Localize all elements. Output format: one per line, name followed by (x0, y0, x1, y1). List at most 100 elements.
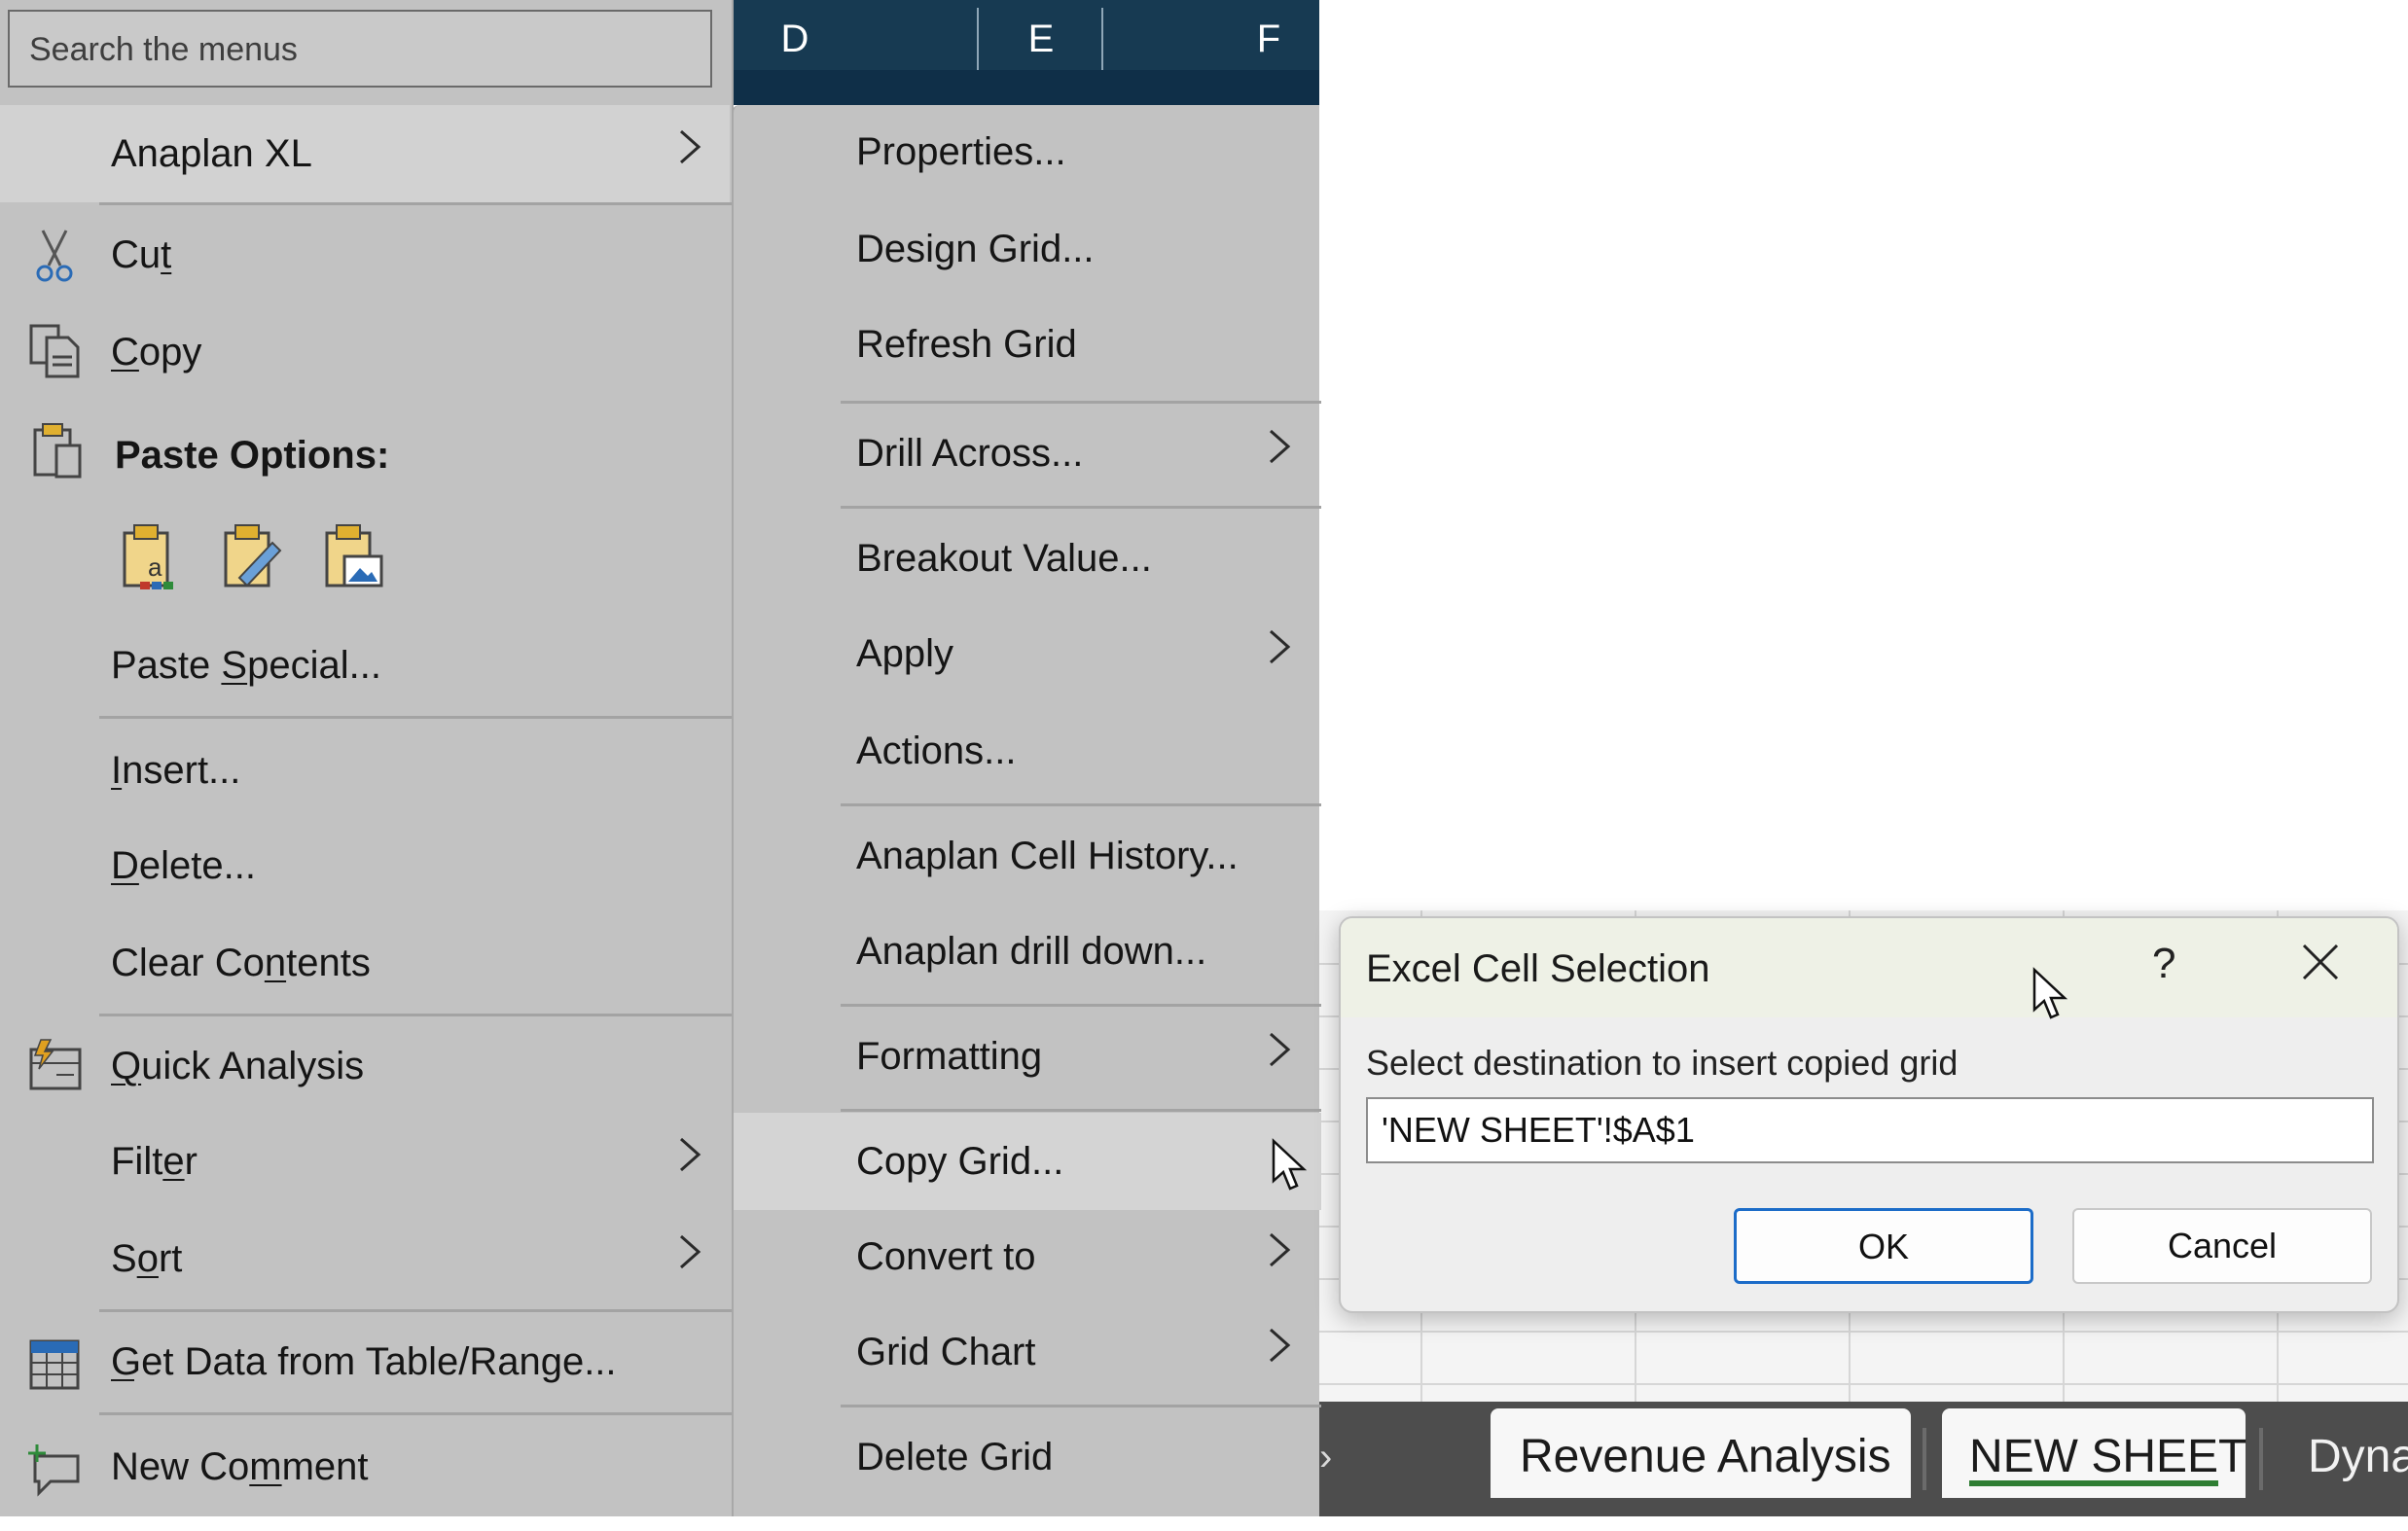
menu-separator (99, 1014, 732, 1016)
paste-picture-icon[interactable] (321, 521, 385, 596)
menu-separator (99, 1412, 732, 1415)
submenu-item-formatting[interactable]: Formatting (734, 1010, 1321, 1103)
menu-item-filter[interactable]: Filter (0, 1115, 730, 1208)
mouse-pointer-icon (1272, 1138, 1308, 1191)
submenu-item-copy-grid[interactable]: Copy Grid... (734, 1113, 1321, 1210)
menu-item-cut[interactable]: Cut (0, 208, 730, 302)
menu-item-label: Copy Grid... (856, 1140, 1064, 1183)
menu-item-label: Copy (111, 331, 202, 374)
paste-options-header: Paste Options: (0, 409, 730, 502)
column-divider[interactable] (1101, 8, 1103, 70)
menu-item-copy[interactable]: Copy (0, 305, 730, 399)
menu-separator (841, 1405, 1321, 1407)
menu-item-label: Drill Across... (856, 432, 1084, 475)
menu-item-get-data[interactable]: Get Data from Table/Range... (0, 1315, 730, 1408)
menu-item-label: Grid Chart (856, 1331, 1036, 1373)
menu-item-label: Anaplan Cell History... (856, 835, 1239, 877)
menu-item-label: Convert to (856, 1235, 1036, 1278)
menu-item-label: Formatting (856, 1035, 1043, 1078)
access-key-underline (111, 1379, 134, 1381)
destination-input[interactable]: 'NEW SHEET'!$A$1 (1366, 1097, 2374, 1163)
column-header-f[interactable]: F (1218, 0, 1319, 70)
menu-separator (99, 1309, 732, 1312)
menu-separator (841, 803, 1321, 806)
submenu-item-breakout-value[interactable]: Breakout Value... (734, 512, 1321, 605)
anaplan-submenu: Properties... Design Grid... Refresh Gri… (732, 105, 1321, 1516)
active-tab-underline (1969, 1480, 2218, 1486)
paste-keep-source-icon[interactable]: a (119, 521, 183, 596)
selected-row-strip (732, 70, 1319, 105)
copy-icon (27, 321, 84, 414)
menu-item-new-comment[interactable]: New Comment (0, 1420, 730, 1513)
sheet-tab-dyna[interactable]: Dyna (2277, 1408, 2408, 1498)
tab-divider (1923, 1428, 1926, 1490)
menu-item-label: Refresh Grid (856, 323, 1077, 366)
chevron-right-icon (677, 1212, 702, 1305)
menu-item-label: Anaplan drill down... (856, 930, 1207, 973)
excel-cell-selection-dialog: Excel Cell Selection ? Select destinatio… (1339, 916, 2399, 1313)
grid-line (1319, 1383, 2408, 1385)
chevron-right-icon (1267, 1210, 1292, 1303)
menu-item-label: Filter (111, 1140, 198, 1183)
context-menu: Search the menus Anaplan XL Cut Copy Pas… (0, 0, 734, 1516)
cancel-button[interactable]: Cancel (2072, 1208, 2372, 1284)
menu-item-label: Delete... (111, 844, 256, 887)
submenu-item-properties[interactable]: Properties... (734, 105, 1321, 198)
submenu-item-anaplan-cell-history[interactable]: Anaplan Cell History... (734, 809, 1321, 903)
chevron-right-icon (677, 1115, 702, 1208)
menu-item-label: Quick Analysis (111, 1045, 365, 1087)
tab-divider (2259, 1428, 2263, 1490)
menu-item-insert[interactable]: Insert... (0, 724, 730, 817)
new-comment-icon (27, 1438, 82, 1531)
menu-item-label: Paste Options: (115, 434, 390, 477)
submenu-item-refresh-grid[interactable]: Refresh Grid (734, 298, 1321, 391)
help-button[interactable]: ? (2152, 940, 2175, 988)
menu-item-label: Cut (111, 233, 172, 276)
chevron-right-icon (1267, 1010, 1292, 1103)
menu-separator (841, 401, 1321, 404)
menu-item-label: Properties... (856, 130, 1066, 173)
submenu-item-design-grid[interactable]: Design Grid... (734, 202, 1321, 296)
column-header-e[interactable]: E (979, 0, 1103, 70)
column-header-bar: D E F (732, 0, 1319, 70)
menu-item-label: Insert... (111, 749, 241, 792)
submenu-item-anaplan-drill-down[interactable]: Anaplan drill down... (734, 905, 1321, 998)
submenu-item-convert-to[interactable]: Convert to (734, 1210, 1321, 1303)
table-icon (27, 1333, 82, 1426)
column-header-d[interactable]: D (732, 0, 858, 70)
menu-item-label: New Comment (111, 1445, 369, 1488)
menu-item-label: Get Data from Table/Range... (111, 1340, 617, 1383)
menu-item-anaplan-xl[interactable]: Anaplan XL (0, 105, 730, 202)
menu-item-clear-contents[interactable]: Clear Contents (0, 916, 730, 1010)
menu-item-label: Actions... (856, 730, 1017, 772)
menu-separator (841, 1004, 1321, 1007)
tab-scroll-arrow[interactable]: › (1319, 1438, 1347, 1477)
sheet-tab-new-sheet[interactable]: NEW SHEET (1942, 1408, 2246, 1498)
menu-item-quick-analysis[interactable]: Quick Analysis (0, 1019, 730, 1113)
menu-item-label: Design Grid... (856, 228, 1095, 270)
dialog-prompt: Select destination to insert copied grid (1366, 1043, 1959, 1083)
menu-item-paste-special[interactable]: Paste Special... (0, 619, 730, 712)
submenu-item-grid-chart[interactable]: Grid Chart (734, 1305, 1321, 1399)
paste-formatting-icon[interactable] (220, 521, 284, 596)
menu-item-label: Paste Special... (111, 644, 381, 687)
menu-item-label: Anaplan XL (111, 132, 312, 175)
ok-button[interactable]: OK (1734, 1208, 2033, 1284)
menu-search-input[interactable]: Search the menus (8, 10, 712, 88)
close-icon[interactable] (2296, 938, 2345, 986)
menu-item-sort[interactable]: Sort (0, 1212, 730, 1305)
submenu-item-drill-across[interactable]: Drill Across... (734, 407, 1321, 500)
submenu-item-apply[interactable]: Apply (734, 607, 1321, 700)
menu-separator (99, 716, 732, 719)
submenu-item-delete-grid[interactable]: Delete Grid (734, 1410, 1321, 1504)
submenu-item-actions[interactable]: Actions... (734, 704, 1321, 798)
chevron-right-icon (1267, 1305, 1292, 1399)
menu-separator (841, 506, 1321, 509)
chevron-right-icon (1267, 407, 1292, 500)
sheet-tab-label: NEW SHEET (1969, 1431, 2247, 1482)
menu-separator (99, 202, 732, 205)
menu-item-label: Breakout Value... (856, 537, 1152, 580)
menu-item-delete[interactable]: Delete... (0, 819, 730, 912)
grid-line (1319, 1331, 2408, 1333)
sheet-tab-revenue-analysis[interactable]: Revenue Analysis (1491, 1408, 1911, 1498)
